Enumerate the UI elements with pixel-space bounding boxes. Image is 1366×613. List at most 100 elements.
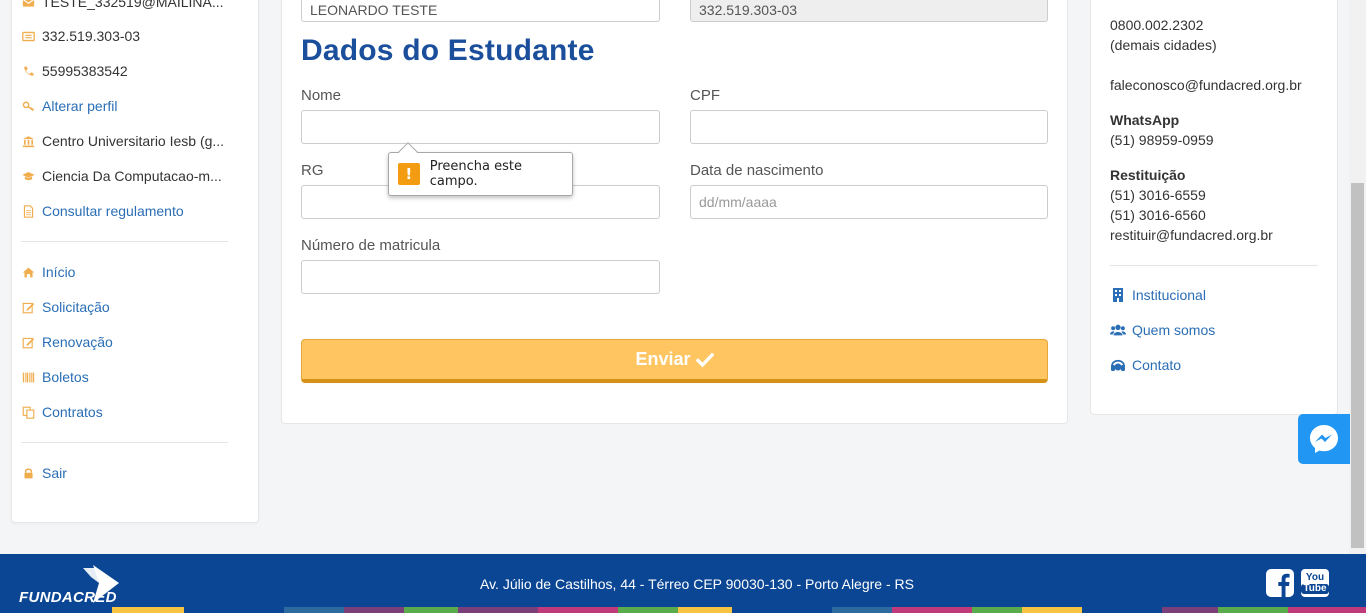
matricula-input[interactable] <box>301 260 660 294</box>
nascimento-label: Data de nascimento <box>690 162 824 179</box>
fundacred-logo[interactable]: FUNDACRED <box>19 565 119 606</box>
matricula-label: Número de matricula <box>301 237 441 254</box>
rg-label: RG <box>301 162 324 179</box>
restituicao-title: Restituição <box>1110 167 1186 183</box>
footer-stripe <box>732 607 832 613</box>
footer-stripe <box>1218 607 1288 613</box>
footer-stripe <box>892 607 972 613</box>
home-icon <box>21 265 35 279</box>
key-icon <box>21 99 35 113</box>
contact-email[interactable]: faleconosco@fundacred.org.br <box>1110 77 1302 93</box>
quem-somos-link[interactable]: Quem somos <box>1110 322 1215 338</box>
messenger-icon <box>1310 425 1338 453</box>
headset-icon <box>1111 359 1125 371</box>
consultar-regulamento-link[interactable]: Consultar regulamento <box>21 201 184 221</box>
enviar-label: Enviar <box>635 349 691 369</box>
footer-stripe <box>1162 607 1218 613</box>
restituicao-email[interactable]: restituir@fundacred.org.br <box>1110 227 1273 243</box>
institution-icon <box>21 134 35 148</box>
scrollbar-thumb[interactable] <box>1351 183 1364 548</box>
profile-phone: 55995383542 <box>21 61 128 81</box>
footer-stripe <box>344 607 404 613</box>
profile-institution-text: Centro Universitario Iesb (g... <box>42 133 225 149</box>
messenger-chat-button[interactable] <box>1298 414 1350 464</box>
enviar-button[interactable]: Enviar <box>301 339 1048 383</box>
footer-stripe <box>284 607 344 613</box>
responsavel-name-value: LEONARDO TESTE <box>310 2 438 18</box>
phone-general-note: (demais cidades) <box>1110 37 1217 53</box>
section-title: Dados do Estudante <box>301 34 595 67</box>
footer-stripe <box>458 607 538 613</box>
profile-course: Ciencia Da Computacao-m... <box>21 166 222 186</box>
cpf-label: CPF <box>690 87 720 104</box>
footer-stripe <box>538 607 618 613</box>
profile-course-text: Ciencia Da Computacao-m... <box>42 168 222 184</box>
contact-divider <box>1110 265 1318 266</box>
validation-tooltip-text: Preencha este campo. <box>429 159 522 189</box>
footer-stripe <box>618 607 678 613</box>
restituicao-phone-2: (51) 3016-6560 <box>1110 207 1206 223</box>
sidebar-divider <box>21 442 228 443</box>
barcode-icon <box>21 370 35 384</box>
nome-label: Nome <box>301 87 342 104</box>
youtube-you: You <box>1305 571 1325 583</box>
responsavel-cpf-value: 332.519.303-03 <box>699 2 798 18</box>
footer-stripe <box>404 607 458 613</box>
footer-stripe <box>184 607 284 613</box>
consultar-regulamento-label: Consultar regulamento <box>42 203 184 219</box>
footer-stripe <box>1022 607 1082 613</box>
sidebar-item-renovacao-label: Renovação <box>42 334 113 350</box>
facebook-icon <box>1266 569 1294 597</box>
edit-icon <box>21 335 35 349</box>
sidebar-item-contratos[interactable]: Contratos <box>21 402 103 422</box>
warning-icon: ! <box>398 163 420 185</box>
sidebar-item-boletos[interactable]: Boletos <box>21 367 89 387</box>
contato-label: Contato <box>1132 357 1182 373</box>
restituicao-phone-1: (51) 3016-6559 <box>1110 187 1206 203</box>
sidebar-item-sair[interactable]: Sair <box>21 463 67 483</box>
sidebar-item-inicio-label: Início <box>42 264 76 280</box>
cpf-input[interactable] <box>690 110 1048 144</box>
footer-stripe <box>1288 607 1366 613</box>
sidebar-item-inicio[interactable]: Início <box>21 262 75 282</box>
responsavel-name-input[interactable]: LEONARDO TESTE <box>301 0 660 22</box>
institucional-label: Institucional <box>1132 287 1206 303</box>
edit-icon <box>21 300 35 314</box>
graduation-cap-icon <box>21 169 35 183</box>
alterar-perfil-link[interactable]: Alterar perfil <box>21 96 117 116</box>
footer-stripe <box>1082 607 1162 613</box>
sidebar-item-solicitacao[interactable]: Solicitação <box>21 297 110 317</box>
phone-icon <box>21 64 35 78</box>
validation-tooltip: ! Preencha este campo. <box>388 142 573 196</box>
copy-icon <box>21 405 35 419</box>
nascimento-placeholder: dd/mm/aaaa <box>699 194 777 210</box>
footer-stripe <box>112 607 184 613</box>
lock-icon <box>21 466 35 480</box>
id-card-icon <box>21 29 35 43</box>
profile-cpf-text: 332.519.303-03 <box>42 28 141 44</box>
footer-stripe <box>832 607 892 613</box>
whatsapp-number: (51) 98959-0959 <box>1110 132 1214 148</box>
nome-input[interactable] <box>301 110 660 144</box>
profile-email-text: TESTE_332519@MAILINA... <box>42 0 224 10</box>
users-icon <box>1110 324 1126 336</box>
profile-email: TESTE_332519@MAILINA... <box>21 0 224 12</box>
check-icon <box>695 352 714 367</box>
facebook-link[interactable] <box>1266 569 1294 597</box>
institucional-link[interactable]: Institucional <box>1110 287 1206 303</box>
youtube-link[interactable]: You Tube <box>1301 569 1329 597</box>
whatsapp-title: WhatsApp <box>1110 112 1180 128</box>
sidebar-item-renovacao[interactable]: Renovação <box>21 332 113 352</box>
envelope-icon <box>21 0 35 9</box>
alterar-perfil-label: Alterar perfil <box>42 98 118 114</box>
sidebar-item-contratos-label: Contratos <box>42 404 103 420</box>
logo-mark-icon <box>82 565 119 603</box>
contato-link[interactable]: Contato <box>1110 357 1181 373</box>
document-icon <box>21 204 35 218</box>
nascimento-input[interactable]: dd/mm/aaaa <box>690 185 1048 219</box>
footer-stripe <box>972 607 1022 613</box>
sidebar-item-boletos-label: Boletos <box>42 369 89 385</box>
responsavel-cpf-input[interactable]: 332.519.303-03 <box>690 0 1048 22</box>
footer-address: Av. Júlio de Castilhos, 44 - Térreo CEP … <box>480 576 914 592</box>
profile-cpf: 332.519.303-03 <box>21 26 140 46</box>
